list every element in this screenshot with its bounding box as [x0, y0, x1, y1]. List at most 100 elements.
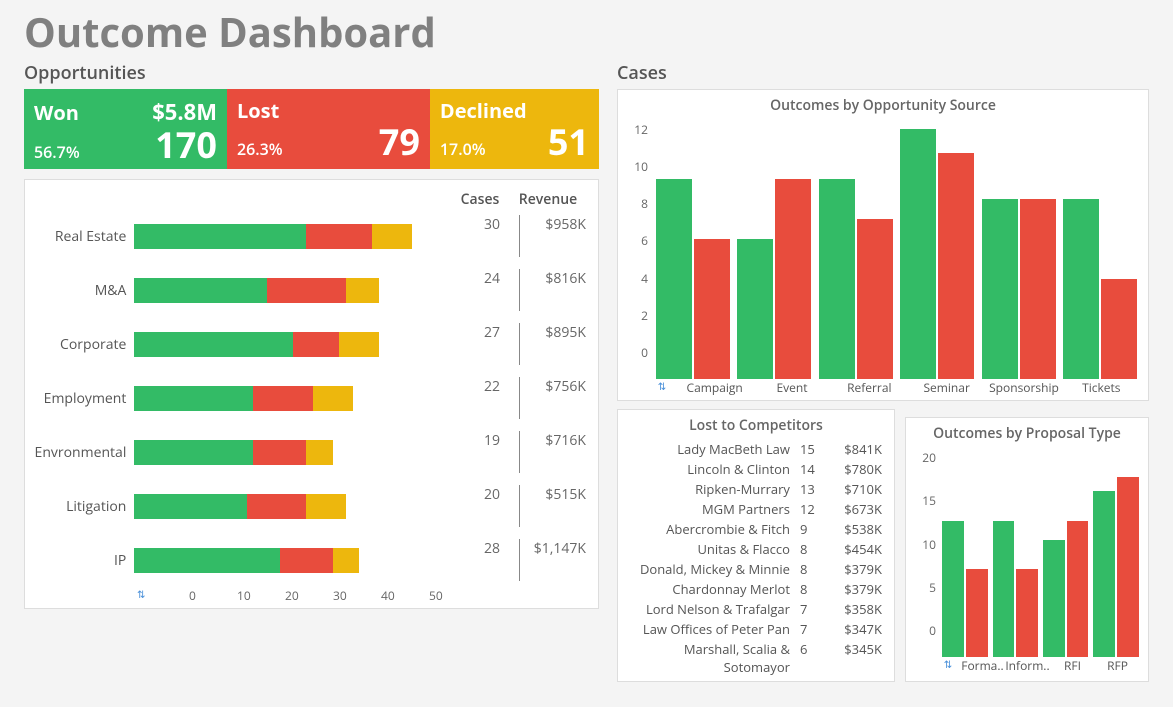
cases-heading: Cases [617, 61, 1149, 85]
bar-group[interactable] [979, 199, 1059, 379]
axis-tick: Inform.. [1005, 657, 1050, 674]
sort-icon[interactable]: ⇅ [137, 587, 185, 604]
lost-to-competitors-panel[interactable]: Lost to Competitors Lady MacBeth Law15$8… [617, 409, 895, 682]
pa-category-label: Employment [33, 389, 134, 408]
pa-category-label: IP [33, 551, 134, 570]
bar-group[interactable] [898, 129, 978, 379]
bar-lost [775, 179, 811, 379]
competitor-name: Ripken-Murrary [630, 480, 800, 498]
bar-won [900, 129, 936, 379]
bar-group[interactable] [1061, 199, 1141, 379]
table-row[interactable]: Unitas & Flacco8$454K [626, 539, 886, 559]
competitor-value: $347K [826, 620, 882, 638]
axis-tick: Sponsorship [985, 379, 1062, 396]
competitor-name: Lord Nelson & Trafalgar [630, 600, 800, 618]
competitor-name: Chardonnay Merlot [630, 580, 800, 598]
axis-tick: 6 [626, 232, 648, 249]
kpi-lost-pct: 26.3% [237, 138, 283, 160]
pa-category-label: Corporate [33, 335, 134, 354]
bar-group[interactable] [1092, 477, 1140, 657]
competitor-count: 12 [800, 500, 826, 518]
axis-tick: 20 [914, 449, 936, 466]
opportunities-heading: Opportunities [24, 61, 599, 85]
kpi-declined-count: 51 [548, 124, 589, 160]
table-row[interactable]: Real Estate30$958K [33, 209, 590, 263]
bar-won [993, 521, 1015, 658]
bar-lost [857, 219, 893, 379]
table-row[interactable]: Abercrombie & Fitch9$538K [626, 519, 886, 539]
axis-tick: 0 [914, 622, 936, 639]
pa-cases-value: 22 [465, 377, 519, 419]
bar-won [1043, 540, 1065, 657]
axis-tick: Forma.. [960, 657, 1005, 674]
bar-group[interactable] [991, 521, 1039, 658]
bar-lost [938, 153, 974, 379]
table-row[interactable]: MGM Partners12$673K [626, 499, 886, 519]
competitor-count: 15 [800, 440, 826, 458]
axis-tick: 10 [237, 587, 285, 604]
competitor-value: $710K [826, 480, 882, 498]
table-row[interactable]: Law Offices of Peter Pan7$347K [626, 619, 886, 639]
competitor-name: Abercrombie & Fitch [630, 520, 800, 538]
table-row[interactable]: Employment 22$756K [33, 371, 590, 425]
bar-group[interactable] [941, 521, 989, 658]
competitor-count: 14 [800, 460, 826, 478]
table-row[interactable]: Lincoln & Clinton14$780K [626, 459, 886, 479]
bar-lost [1101, 279, 1137, 379]
pa-revenue-value: $756K [520, 377, 590, 419]
table-row[interactable]: Corporate27$895K [33, 317, 590, 371]
competitor-name: Law Offices of Peter Pan [630, 620, 800, 638]
table-row[interactable]: Donald, Mickey & Minnie8$379K [626, 559, 886, 579]
sort-icon[interactable]: ⇅ [940, 657, 956, 674]
table-row[interactable]: IP 28$1,147K [33, 533, 590, 587]
pa-revenue-value: $515K [520, 485, 590, 527]
bar-group[interactable] [735, 179, 815, 379]
competitor-count: 9 [800, 520, 826, 538]
competitor-value: $379K [826, 560, 882, 578]
bar-lost [694, 239, 730, 379]
table-row[interactable]: M&A24$816K [33, 263, 590, 317]
table-row[interactable]: Envronmental19$716K [33, 425, 590, 479]
bar-group[interactable] [653, 179, 733, 379]
table-row[interactable]: Chardonnay Merlot8$379K [626, 579, 886, 599]
table-row[interactable]: Litigation20$515K [33, 479, 590, 533]
table-row[interactable]: Ripken-Murrary13$710K [626, 479, 886, 499]
outcomes-by-proposal-title: Outcomes by Proposal Type [914, 424, 1140, 443]
kpi-lost[interactable]: Lost 26.3% 79 [227, 89, 430, 169]
bar-group[interactable] [1041, 521, 1089, 658]
kpi-won[interactable]: Won $5.8M 56.7% 170 [24, 89, 227, 169]
bar-lost [966, 569, 988, 657]
axis-tick: 20 [285, 587, 333, 604]
pa-revenue-value: $958K [520, 215, 590, 257]
pa-revenue-value: $716K [520, 431, 590, 473]
pa-cases-value: 30 [465, 215, 519, 257]
competitor-value: $379K [826, 580, 882, 598]
outcomes-by-source-chart[interactable]: Outcomes by Opportunity Source 121086420… [617, 89, 1149, 401]
axis-tick: 10 [914, 536, 936, 553]
axis-tick: 40 [381, 587, 429, 604]
competitor-name: Lady MacBeth Law [630, 440, 800, 458]
practice-area-chart[interactable]: Cases Revenue Real Estate30$958KM&A24$81… [24, 179, 599, 609]
outcomes-by-proposal-chart[interactable]: Outcomes by Proposal Type 20151050 ⇅Form… [905, 417, 1149, 682]
axis-tick: Referral [831, 379, 908, 396]
bar-lost [1020, 199, 1056, 379]
competitor-value: $673K [826, 500, 882, 518]
sort-icon[interactable]: ⇅ [652, 379, 672, 396]
pa-revenue-value: $1,147K [520, 539, 590, 581]
competitor-value: $345K [826, 640, 882, 676]
table-row[interactable]: Lady MacBeth Law15$841K [626, 439, 886, 459]
competitor-name: MGM Partners [630, 500, 800, 518]
axis-tick: 2 [626, 307, 648, 324]
table-row[interactable]: Lord Nelson & Trafalgar7$358K [626, 599, 886, 619]
competitor-count: 8 [800, 580, 826, 598]
pa-cases-value: 28 [465, 539, 519, 581]
axis-tick: 50 [429, 587, 477, 604]
competitor-count: 7 [800, 620, 826, 638]
kpi-declined[interactable]: Declined 17.0% 51 [430, 89, 599, 169]
axis-tick: 30 [333, 587, 381, 604]
bar-group[interactable] [816, 179, 896, 379]
table-row[interactable]: Marshall, Scalia & Sotomayor6$345K [626, 639, 886, 677]
axis-tick: 10 [626, 158, 648, 175]
kpi-won-pct: 56.7% [34, 141, 80, 163]
bar-lost [1016, 569, 1038, 657]
